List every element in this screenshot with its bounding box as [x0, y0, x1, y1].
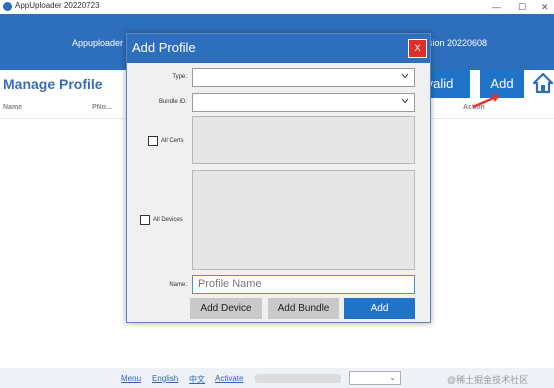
chevron-down-icon: ⌄: [389, 373, 396, 382]
all-devices-label: All Devices: [153, 217, 183, 223]
bundle-id-select[interactable]: [192, 93, 415, 112]
certs-list[interactable]: [192, 116, 415, 164]
dialog-header: Add Profile X: [127, 34, 430, 63]
all-certs-label: All Certs: [161, 138, 184, 144]
app-icon: [3, 2, 12, 11]
dialog-add-button-label: Add: [370, 303, 389, 314]
close-icon: X: [414, 43, 421, 53]
footer-link-english[interactable]: English: [152, 374, 178, 383]
dialog-close-button[interactable]: X: [408, 39, 427, 58]
devices-list[interactable]: [192, 170, 415, 270]
add-device-button-label: Add Device: [200, 303, 252, 314]
add-profile-dialog: Add Profile X Type: Bundle ID: All Certs…: [126, 33, 431, 323]
footer-select[interactable]: ⌄: [349, 371, 401, 385]
footer-redacted-text: [255, 374, 341, 383]
chevron-down-icon: [401, 73, 409, 79]
footer-link-activate[interactable]: Activate: [215, 374, 243, 383]
home-icon[interactable]: [533, 72, 553, 94]
add-device-button[interactable]: Add Device: [190, 298, 262, 319]
close-window-button[interactable]: ✕: [541, 0, 549, 14]
bundle-id-label: Bundle ID:: [158, 99, 187, 105]
add-profile-button-label: Add: [490, 76, 514, 91]
column-header-pno: PNo...: [92, 104, 112, 111]
column-header-name: Name: [3, 104, 23, 111]
dialog-add-button[interactable]: Add: [344, 298, 415, 319]
header-version: sion 20220608: [428, 38, 488, 48]
window-title: AppUploader 20220723: [15, 1, 100, 10]
add-bundle-button[interactable]: Add Bundle: [268, 298, 339, 319]
footer-link-menu[interactable]: Menu: [121, 374, 141, 383]
footer-link-chinese[interactable]: 中文: [189, 374, 205, 385]
window-titlebar: AppUploader 20220723 — ☐ ✕: [0, 0, 554, 14]
type-label: Type:: [172, 74, 187, 80]
dialog-title: Add Profile: [132, 40, 196, 55]
header-app-name: Appuploader: [72, 38, 124, 48]
chevron-down-icon: [401, 98, 409, 104]
minimize-button[interactable]: —: [492, 0, 501, 14]
all-devices-checkbox[interactable]: [140, 215, 150, 225]
red-arrow-icon: [472, 94, 500, 109]
add-bundle-button-label: Add Bundle: [277, 303, 330, 314]
watermark: @稀土掘金技术社区: [447, 375, 529, 385]
name-label: Name:: [169, 282, 187, 288]
page-title: Manage Profile: [3, 76, 103, 92]
profile-name-input[interactable]: Profile Name: [192, 275, 415, 294]
profile-name-placeholder: Profile Name: [198, 278, 262, 290]
all-certs-checkbox[interactable]: [148, 136, 158, 146]
type-select[interactable]: [192, 68, 415, 87]
maximize-button[interactable]: ☐: [518, 0, 526, 14]
